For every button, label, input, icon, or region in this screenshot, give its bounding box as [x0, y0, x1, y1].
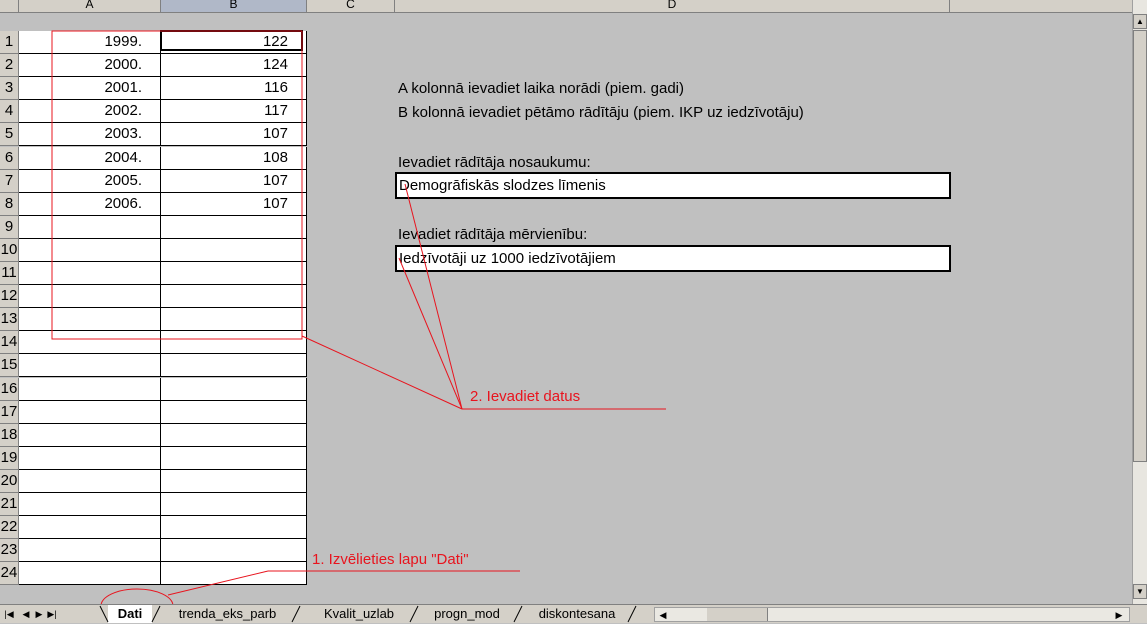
scroll-up-icon[interactable]: ▲ [1133, 14, 1147, 29]
step-2-pointer-lines [301, 183, 666, 410]
scroll-right-icon[interactable]: ▶ [1113, 608, 1125, 622]
scroll-thumb[interactable] [1133, 30, 1147, 462]
data-range-highlight [51, 30, 303, 340]
hscroll-thumb[interactable] [707, 608, 768, 621]
tab-separators [99, 605, 637, 623]
annotation-overlay [51, 30, 666, 623]
horizontal-scrollbar[interactable]: ◀ ▶ [654, 607, 1130, 622]
scroll-left-icon[interactable]: ◀ [657, 608, 669, 622]
sheet-tab-bar: |◀ ◀ ▶ ▶| Dati trenda_eks_parb Kvalit_uz… [0, 604, 1147, 623]
step-1-pointer-lines [167, 570, 520, 596]
vertical-scrollbar[interactable]: ▲ ▼ [1132, 0, 1147, 604]
scroll-down-icon[interactable]: ▼ [1133, 584, 1147, 599]
